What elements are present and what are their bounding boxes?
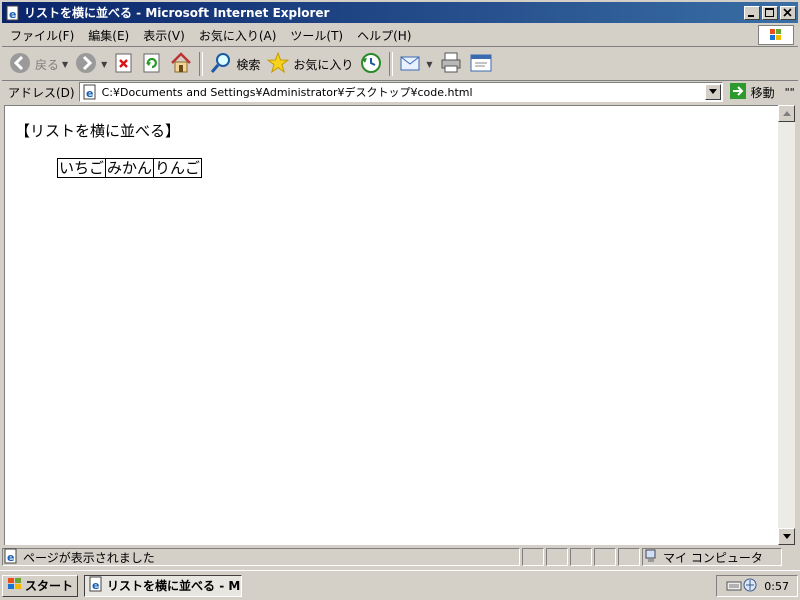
start-label: スタート [25, 579, 74, 593]
status-pane [594, 548, 616, 566]
maximize-button[interactable] [762, 5, 778, 20]
menu-edit[interactable]: 編集(E) [80, 27, 135, 44]
stop-icon [113, 52, 135, 77]
menu-bar: ファイル(F) 編集(E) 表示(V) お気に入り(A) ツール(T) ヘルプ(… [2, 24, 798, 47]
system-tray: 0:57 [716, 575, 798, 597]
edit-page-icon [469, 51, 493, 78]
close-button[interactable] [780, 5, 796, 20]
minimize-button[interactable] [744, 5, 760, 20]
page-heading: 【リストを横に並べる】 [15, 122, 181, 140]
keyboard-icon[interactable] [726, 578, 742, 595]
network-icon[interactable] [742, 577, 758, 596]
horizontal-list: いちご みかん りんご [57, 158, 203, 178]
refresh-icon [141, 52, 163, 77]
toolbar-separator [389, 52, 394, 76]
toolbar-separator [199, 52, 204, 76]
menu-favorites[interactable]: お気に入り(A) [191, 27, 283, 44]
status-bar: e ページが表示されました マイ コンピュータ [2, 547, 798, 567]
back-label: 戻る [35, 57, 60, 72]
refresh-button[interactable] [141, 50, 163, 78]
search-label: 検索 [236, 57, 261, 72]
ie-page-icon: e [88, 576, 104, 595]
toolbar: 戻る ▼ ▼ 検索 お気に入り ▼ [2, 48, 798, 81]
back-button[interactable]: 戻る ▼ [8, 50, 68, 78]
forward-button[interactable]: ▼ [74, 50, 107, 78]
svg-text:e: e [86, 87, 93, 100]
ie-page-icon: e [3, 548, 19, 567]
status-pane [570, 548, 592, 566]
vertical-scrollbar[interactable] [778, 105, 795, 545]
scroll-up-button[interactable] [778, 105, 795, 122]
edit-button[interactable] [469, 50, 493, 78]
mail-dropdown-icon[interactable]: ▼ [426, 60, 432, 69]
svg-text:e: e [7, 551, 14, 564]
list-item: りんご [154, 158, 203, 178]
scroll-down-button[interactable] [778, 528, 795, 545]
go-button[interactable]: 移動 [729, 82, 775, 103]
menu-help[interactable]: ヘルプ(H) [349, 27, 417, 44]
mail-button[interactable]: ▼ [399, 50, 433, 78]
list-item: いちご [57, 158, 107, 178]
go-label: 移動 [750, 85, 775, 100]
star-icon [266, 51, 290, 78]
ie-page-icon: e [82, 84, 98, 100]
computer-icon [643, 548, 659, 567]
address-input[interactable]: e C:¥Documents and Settings¥Administrato… [78, 82, 723, 102]
favorites-button[interactable]: お気に入り [266, 50, 353, 78]
go-arrow-icon [729, 82, 747, 103]
status-main-pane: e ページが表示されました [2, 548, 520, 566]
links-toolbar-chevron[interactable]: "" [785, 86, 795, 99]
list-item: みかん [106, 158, 155, 178]
security-zone: マイ コンピュータ [642, 548, 782, 566]
ie-window: e リストを横に並べる - Microsoft Internet Explore… [0, 0, 800, 570]
status-pane [546, 548, 568, 566]
home-button[interactable] [169, 50, 193, 78]
menu-view[interactable]: 表示(V) [135, 27, 191, 44]
home-icon [169, 51, 193, 78]
address-dropdown-button[interactable] [704, 84, 721, 100]
back-arrow-icon [8, 51, 32, 78]
taskbar-item-label: リストを横に並べる - M... [107, 579, 243, 593]
back-dropdown-icon[interactable]: ▼ [62, 60, 68, 69]
ie-page-icon: e [5, 5, 21, 21]
taskbar-item-ie[interactable]: e リストを横に並べる - M... [84, 574, 243, 597]
mail-icon [399, 51, 423, 78]
address-label: アドレス(D) [8, 85, 75, 100]
title-bar[interactable]: e リストを横に並べる - Microsoft Internet Explore… [2, 2, 798, 23]
windows-flag-icon [7, 577, 23, 594]
print-button[interactable] [439, 50, 463, 78]
address-bar: アドレス(D) e C:¥Documents and Settings¥Admi… [2, 81, 798, 103]
forward-arrow-icon [74, 51, 98, 78]
page-content: 【リストを横に並べる】 いちご みかん りんご [4, 105, 778, 545]
start-button[interactable]: スタート [2, 574, 79, 597]
menu-tools[interactable]: ツール(T) [282, 27, 349, 44]
stop-button[interactable] [113, 50, 135, 78]
status-text: ページが表示されました [23, 550, 155, 565]
zone-text: マイ コンピュータ [663, 550, 763, 565]
window-title: リストを横に並べる - Microsoft Internet Explorer [24, 6, 330, 20]
taskbar: スタート e リストを横に並べる - M... 0:57 [0, 570, 800, 600]
svg-text:e: e [92, 579, 99, 592]
menu-file[interactable]: ファイル(F) [2, 27, 80, 44]
status-pane [522, 548, 544, 566]
status-pane [618, 548, 640, 566]
history-icon [359, 51, 383, 78]
search-button[interactable]: 検索 [209, 50, 260, 78]
clock[interactable]: 0:57 [764, 580, 789, 593]
forward-dropdown-icon[interactable]: ▼ [101, 60, 107, 69]
printer-icon [439, 51, 463, 78]
address-text[interactable]: C:¥Documents and Settings¥Administrator¥… [102, 84, 705, 100]
windows-logo-icon [758, 25, 794, 45]
history-button[interactable] [359, 50, 383, 78]
search-icon [209, 51, 233, 78]
favorites-label: お気に入り [293, 57, 354, 72]
svg-text:e: e [9, 8, 16, 21]
